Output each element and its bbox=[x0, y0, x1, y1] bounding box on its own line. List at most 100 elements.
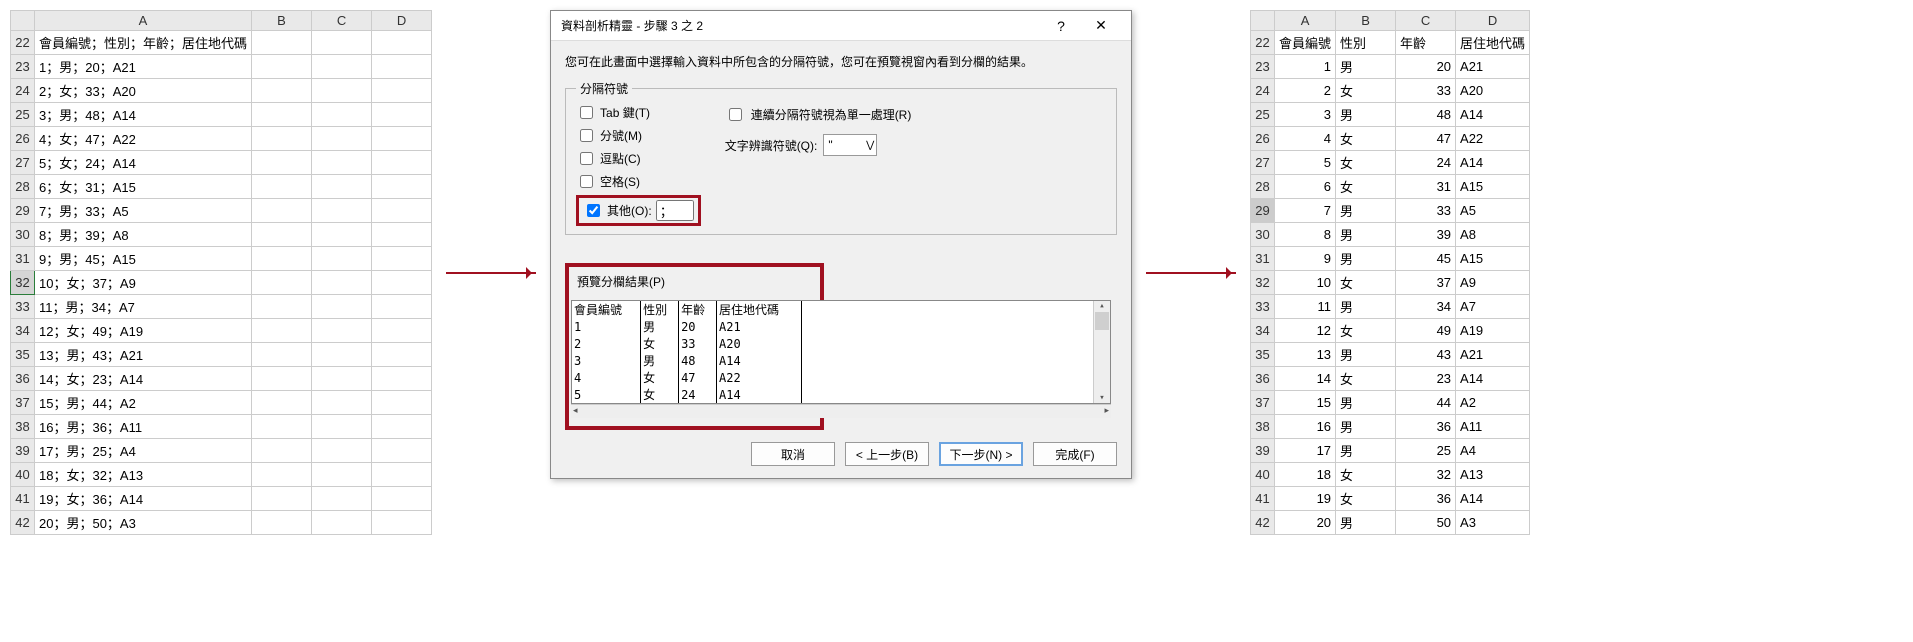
cell[interactable]: A21 bbox=[1456, 55, 1530, 79]
row-header[interactable]: 22 bbox=[1251, 31, 1275, 55]
other-input[interactable] bbox=[656, 200, 694, 221]
cell[interactable]: 男 bbox=[1336, 391, 1396, 415]
cell[interactable]: 36 bbox=[1396, 415, 1456, 439]
cell[interactable]: 女 bbox=[1336, 319, 1396, 343]
cell[interactable]: 會員編號 bbox=[1275, 31, 1336, 55]
cell[interactable]: A2 bbox=[1456, 391, 1530, 415]
cell[interactable]: 7 bbox=[1275, 199, 1336, 223]
next-button[interactable]: 下一步(N) > bbox=[939, 442, 1023, 466]
cell[interactable] bbox=[372, 439, 432, 463]
row-header[interactable]: 23 bbox=[1251, 55, 1275, 79]
select-all-corner[interactable] bbox=[1251, 11, 1275, 31]
cell[interactable]: 女 bbox=[1336, 271, 1396, 295]
cell[interactable]: 19；女；36；A14 bbox=[35, 487, 252, 511]
row-header[interactable]: 40 bbox=[11, 463, 35, 487]
cell[interactable] bbox=[312, 175, 372, 199]
cell[interactable] bbox=[252, 391, 312, 415]
select-all-corner[interactable] bbox=[11, 11, 35, 31]
cell[interactable] bbox=[252, 247, 312, 271]
cell[interactable] bbox=[312, 367, 372, 391]
cell[interactable] bbox=[252, 415, 312, 439]
cell[interactable] bbox=[312, 151, 372, 175]
cell[interactable]: 15 bbox=[1275, 391, 1336, 415]
row-header[interactable]: 23 bbox=[11, 55, 35, 79]
cell[interactable] bbox=[372, 487, 432, 511]
cell[interactable]: A3 bbox=[1456, 511, 1530, 535]
cell[interactable]: 10 bbox=[1275, 271, 1336, 295]
cell[interactable]: 25 bbox=[1396, 439, 1456, 463]
cell[interactable]: 男 bbox=[1336, 511, 1396, 535]
cell[interactable] bbox=[372, 103, 432, 127]
cell[interactable]: 6；女；31；A15 bbox=[35, 175, 252, 199]
cell[interactable]: 23 bbox=[1396, 367, 1456, 391]
cell[interactable] bbox=[252, 175, 312, 199]
cell[interactable]: 11 bbox=[1275, 295, 1336, 319]
cell[interactable] bbox=[312, 79, 372, 103]
row-header[interactable]: 24 bbox=[1251, 79, 1275, 103]
cell[interactable]: 12；女；49；A19 bbox=[35, 319, 252, 343]
cell[interactable]: 4 bbox=[1275, 127, 1336, 151]
cell[interactable]: 3 bbox=[1275, 103, 1336, 127]
cell[interactable]: 18；女；32；A13 bbox=[35, 463, 252, 487]
cell[interactable] bbox=[252, 79, 312, 103]
cell[interactable] bbox=[252, 223, 312, 247]
cell[interactable]: A11 bbox=[1456, 415, 1530, 439]
cell[interactable] bbox=[252, 463, 312, 487]
row-header[interactable]: 35 bbox=[11, 343, 35, 367]
row-header[interactable]: 40 bbox=[1251, 463, 1275, 487]
row-header[interactable]: 28 bbox=[11, 175, 35, 199]
cell[interactable] bbox=[252, 511, 312, 535]
cell[interactable]: 14；女；23；A14 bbox=[35, 367, 252, 391]
row-header[interactable]: 30 bbox=[11, 223, 35, 247]
cell[interactable]: A21 bbox=[1456, 343, 1530, 367]
cell[interactable]: 24 bbox=[1396, 151, 1456, 175]
cell[interactable] bbox=[372, 415, 432, 439]
row-header[interactable]: 39 bbox=[11, 439, 35, 463]
cell[interactable]: A15 bbox=[1456, 247, 1530, 271]
cell[interactable]: 43 bbox=[1396, 343, 1456, 367]
scroll-right-icon[interactable]: ▸ bbox=[1104, 405, 1109, 418]
cell[interactable] bbox=[372, 271, 432, 295]
left-spreadsheet[interactable]: A B C D 22會員編號；性別；年齡；居住地代碼231；男；20；A2124… bbox=[10, 10, 432, 535]
other-checkbox[interactable] bbox=[587, 204, 600, 217]
row-header[interactable]: 33 bbox=[11, 295, 35, 319]
cell[interactable]: 45 bbox=[1396, 247, 1456, 271]
cell[interactable]: 男 bbox=[1336, 439, 1396, 463]
cell[interactable]: 男 bbox=[1336, 103, 1396, 127]
cell[interactable]: 13 bbox=[1275, 343, 1336, 367]
cell[interactable] bbox=[312, 391, 372, 415]
scroll-left-icon[interactable]: ◂ bbox=[573, 405, 578, 418]
row-header[interactable]: 42 bbox=[11, 511, 35, 535]
row-header[interactable]: 27 bbox=[1251, 151, 1275, 175]
cell[interactable]: 男 bbox=[1336, 295, 1396, 319]
cell[interactable]: A7 bbox=[1456, 295, 1530, 319]
horizontal-scrollbar[interactable]: ◂ ▸ bbox=[571, 404, 1111, 418]
comma-checkbox[interactable]: 逗點(C) bbox=[576, 149, 701, 168]
cell[interactable]: 36 bbox=[1396, 487, 1456, 511]
space-checkbox[interactable]: 空格(S) bbox=[576, 172, 701, 191]
cell[interactable]: 男 bbox=[1336, 415, 1396, 439]
cell[interactable]: 男 bbox=[1336, 55, 1396, 79]
row-header[interactable]: 28 bbox=[1251, 175, 1275, 199]
cell[interactable]: A22 bbox=[1456, 127, 1530, 151]
cell[interactable]: 女 bbox=[1336, 463, 1396, 487]
cell[interactable]: 20 bbox=[1396, 55, 1456, 79]
col-header[interactable]: A bbox=[1275, 11, 1336, 31]
cell[interactable]: 2 bbox=[1275, 79, 1336, 103]
cell[interactable]: 9 bbox=[1275, 247, 1336, 271]
cell[interactable]: A14 bbox=[1456, 103, 1530, 127]
cell[interactable]: 13；男；43；A21 bbox=[35, 343, 252, 367]
cell[interactable]: 20；男；50；A3 bbox=[35, 511, 252, 535]
cell[interactable]: 1 bbox=[1275, 55, 1336, 79]
cell[interactable]: A20 bbox=[1456, 79, 1530, 103]
cell[interactable]: 15；男；44；A2 bbox=[35, 391, 252, 415]
cell[interactable]: A19 bbox=[1456, 319, 1530, 343]
cell[interactable]: 女 bbox=[1336, 175, 1396, 199]
cell[interactable] bbox=[312, 511, 372, 535]
tab-checkbox[interactable]: Tab 鍵(T) bbox=[576, 103, 701, 122]
cell[interactable]: 女 bbox=[1336, 79, 1396, 103]
cell[interactable]: 17；男；25；A4 bbox=[35, 439, 252, 463]
cell[interactable]: A14 bbox=[1456, 487, 1530, 511]
row-header[interactable]: 35 bbox=[1251, 343, 1275, 367]
cell[interactable] bbox=[252, 55, 312, 79]
